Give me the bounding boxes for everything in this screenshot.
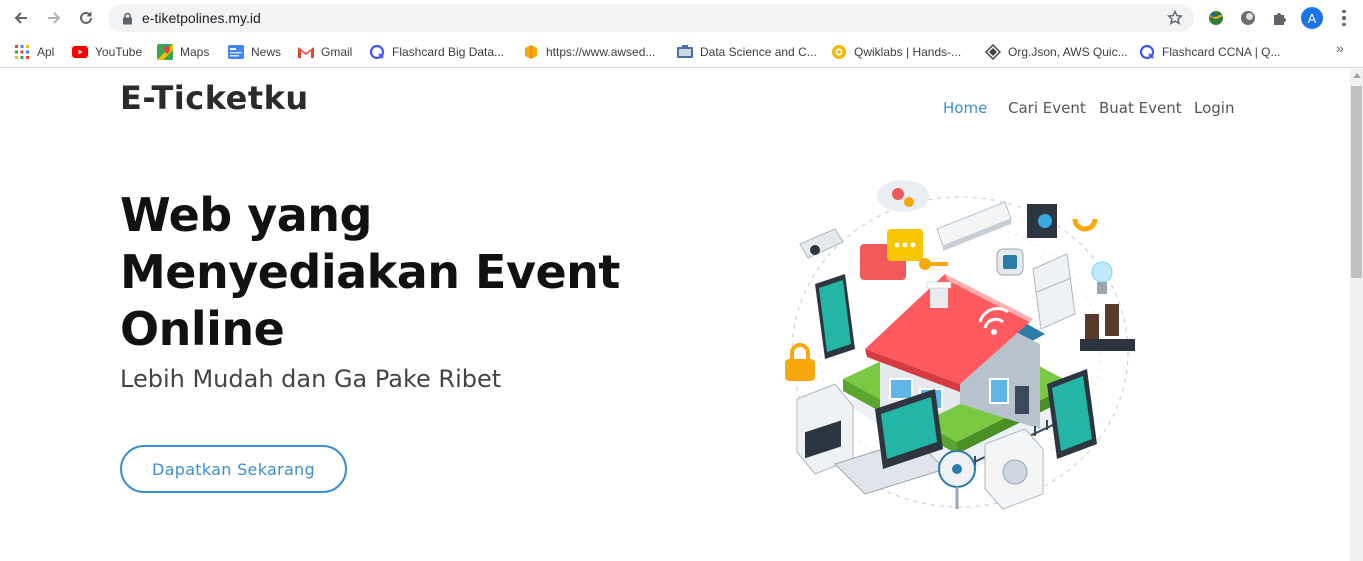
site-logo[interactable]: E-Ticketku (120, 79, 309, 117)
bookmark-data-science[interactable]: Data Science and C... (677, 42, 817, 62)
smart-home-illustration (785, 180, 1135, 510)
nav-home[interactable]: Home (943, 99, 987, 117)
bookmark-youtube[interactable]: YouTube (72, 42, 142, 62)
reload-icon (80, 11, 92, 24)
address-bar[interactable]: e-tiketpolines.my.id (108, 4, 1194, 32)
arrow-left-icon (14, 12, 27, 24)
extension-globe-icon[interactable] (1205, 7, 1227, 29)
bookmark-qwiklabs[interactable]: Qwiklabs | Hands-... (831, 42, 961, 62)
bookmark-label: Maps (180, 45, 210, 59)
lock-icon (120, 11, 134, 25)
scrollbar-thumb[interactable] (1351, 86, 1362, 278)
nav-buat-event[interactable]: Buat Event (1099, 99, 1182, 117)
bookmark-flashcard-ccna[interactable]: Flashcard CCNA | Q... (1139, 42, 1280, 62)
scroll-up-icon[interactable] (1353, 73, 1361, 78)
page-content: E-Ticketku Home Cari Event Buat Event Lo… (0, 69, 1350, 561)
apps-grid-icon (14, 44, 30, 60)
qwiklabs-icon (831, 44, 847, 60)
bookmark-org-json[interactable]: Org.Json, AWS Quic... (985, 42, 1128, 62)
forward-button[interactable] (42, 6, 66, 30)
bookmark-label: Qwiklabs | Hands-... (854, 45, 962, 59)
quizlet-icon (1139, 44, 1155, 60)
back-button[interactable] (9, 6, 33, 30)
hero-subtitle: Lebih Mudah dan Ga Pake Ribet (120, 365, 502, 393)
arrow-right-icon (48, 12, 61, 24)
get-started-button[interactable]: Dapatkan Sekarang (120, 445, 347, 493)
youtube-icon (72, 44, 88, 60)
maps-icon (157, 44, 173, 60)
extension-circle-icon[interactable] (1237, 7, 1259, 29)
reload-button[interactable] (74, 6, 98, 30)
nav-cari-event[interactable]: Cari Event (1008, 99, 1086, 117)
bookmark-awsed[interactable]: https://www.awsed... (523, 42, 655, 62)
extensions-puzzle-icon[interactable] (1269, 7, 1291, 29)
bookmark-news[interactable]: News (228, 42, 281, 62)
aws-icon (523, 44, 539, 60)
bookmark-label: News (251, 45, 282, 59)
bookmark-label: Flashcard CCNA | Q... (1162, 45, 1281, 59)
hero-title: Web yang Menyediakan Event Online (120, 188, 620, 356)
bookmarks-bar: Apl YouTube Maps News Gmail Flashcard Bi… (0, 36, 1363, 68)
bookmark-maps[interactable]: Maps (157, 42, 209, 62)
profile-avatar[interactable]: A (1301, 7, 1323, 29)
more-bookmarks-button[interactable]: » (1336, 40, 1344, 56)
bookmark-star-icon[interactable] (1166, 9, 1184, 27)
browser-toolbar: e-tiketpolines.my.id A (0, 0, 1363, 36)
bookmark-label: https://www.awsed... (546, 45, 656, 59)
nav-login[interactable]: Login (1194, 99, 1234, 117)
news-icon (228, 44, 244, 60)
gmail-icon (298, 44, 314, 60)
quizlet-icon (369, 44, 385, 60)
page-scrollbar[interactable] (1350, 69, 1363, 561)
browser-menu-icon[interactable] (1337, 7, 1351, 29)
diamond-icon (985, 44, 1001, 60)
url-text: e-tiketpolines.my.id (142, 10, 261, 26)
bookmark-label: Apl (37, 45, 55, 59)
bookmark-flashcard-big-data[interactable]: Flashcard Big Data... (369, 42, 504, 62)
bookmark-gmail[interactable]: Gmail (298, 42, 352, 62)
bookmark-label: Data Science and C... (700, 45, 817, 59)
bookmark-label: YouTube (95, 45, 143, 59)
bookmark-label: Gmail (321, 45, 353, 59)
site-icon (677, 44, 693, 60)
bookmark-apps[interactable]: Apl (14, 42, 54, 62)
bookmark-label: Flashcard Big Data... (392, 45, 505, 59)
bookmark-label: Org.Json, AWS Quic... (1008, 45, 1128, 59)
